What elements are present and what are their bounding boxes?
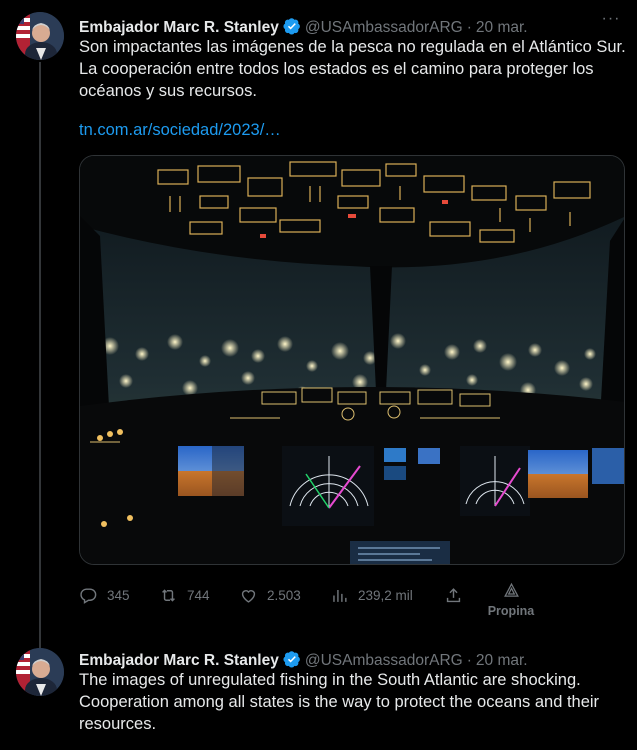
author-name[interactable]: Embajador Marc R. Stanley: [79, 652, 279, 670]
share-icon: [446, 588, 461, 603]
reply-count: 345: [107, 588, 130, 603]
tip-label: Propina: [487, 604, 535, 618]
tweet-text: The images of unregulated fishing in the…: [79, 671, 600, 733]
like-count: 2.503: [267, 588, 301, 603]
share-button[interactable]: [444, 586, 472, 605]
like-button[interactable]: 2.503: [239, 586, 301, 605]
author-handle[interactable]: @USAmbassadorARG: [305, 19, 463, 37]
tweet-actions: 345 744 2.503 239,2 mil Propina: [79, 582, 559, 620]
avatar[interactable]: [16, 648, 64, 696]
tweet-2[interactable]: Embajador Marc R. Stanley @USAmbassadorA…: [0, 640, 637, 750]
tweet-header: Embajador Marc R. Stanley @USAmbassadorA…: [79, 14, 528, 37]
tweet-media-image[interactable]: [79, 155, 625, 565]
views-button[interactable]: 239,2 mil: [330, 586, 413, 605]
more-options-icon[interactable]: ···: [599, 11, 623, 32]
views-chart-icon: [333, 589, 347, 602]
tweet-link[interactable]: tn.com.ar/sociedad/2023/…: [79, 121, 281, 140]
retweet-icon: [162, 589, 175, 602]
reply-button[interactable]: 345: [79, 586, 130, 605]
views-count: 239,2 mil: [358, 588, 413, 603]
heart-icon: [241, 590, 256, 603]
cockpit-photo: [80, 156, 624, 564]
tip-button[interactable]: Propina: [483, 582, 539, 618]
separator-dot: ·: [466, 652, 472, 669]
tweet-text: Son impactantes las imágenes de la pesca…: [79, 38, 626, 100]
verified-badge-icon: [283, 650, 301, 668]
author-name[interactable]: Embajador Marc R. Stanley: [79, 19, 279, 37]
tweet-date[interactable]: 20 mar.: [476, 652, 528, 670]
tip-icon: [503, 582, 519, 597]
separator-dot: ·: [466, 19, 472, 36]
retweet-count: 744: [187, 588, 210, 603]
tweet-date[interactable]: 20 mar.: [476, 19, 528, 37]
retweet-button[interactable]: 744: [159, 586, 210, 605]
author-handle[interactable]: @USAmbassadorARG: [305, 652, 463, 670]
verified-badge-icon: [283, 17, 301, 35]
tweet-header: Embajador Marc R. Stanley @USAmbassadorA…: [79, 647, 528, 670]
reply-icon: [80, 588, 97, 604]
avatar[interactable]: [16, 12, 64, 60]
tweet-1[interactable]: Embajador Marc R. Stanley @USAmbassadorA…: [0, 0, 637, 640]
